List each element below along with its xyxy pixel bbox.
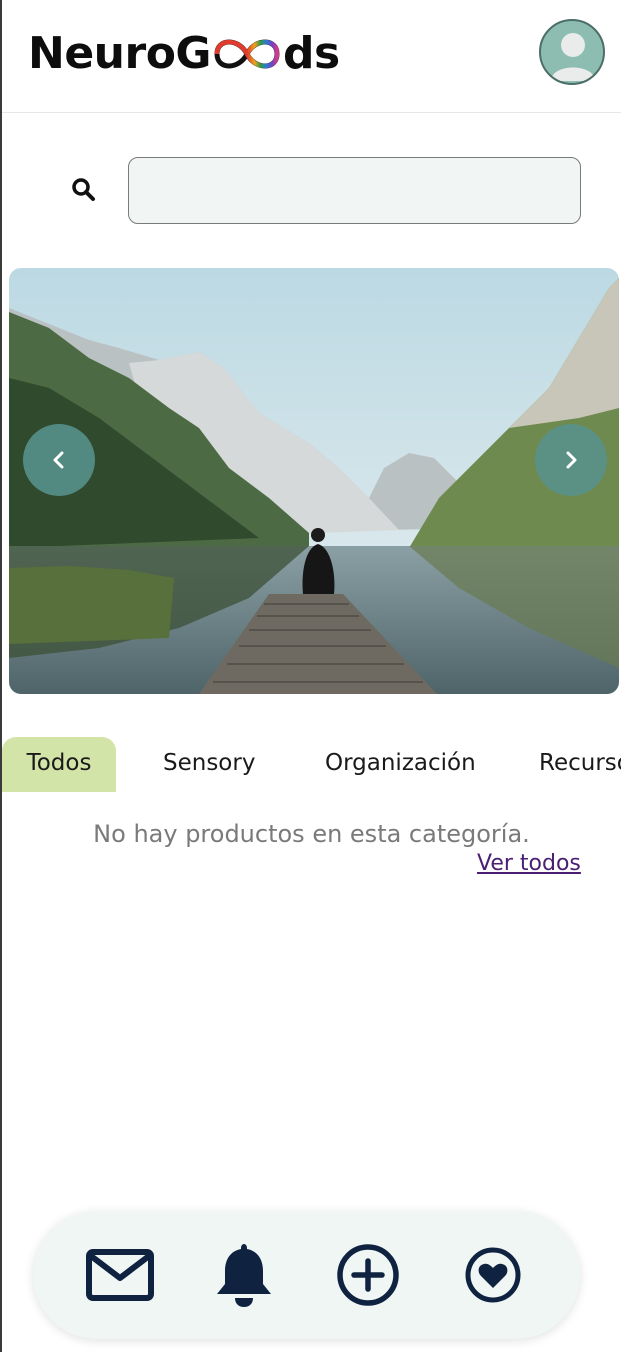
tab-recursos[interactable]: Recursos xyxy=(539,737,621,792)
notifications-button[interactable] xyxy=(206,1237,282,1313)
logo-text-right: ds xyxy=(283,28,340,79)
image-carousel xyxy=(9,268,619,694)
chevron-right-icon xyxy=(566,451,577,469)
tab-organizacion[interactable]: Organización xyxy=(325,737,476,792)
logo[interactable]: NeuroG ds xyxy=(28,26,340,82)
user-avatar-icon xyxy=(551,33,595,81)
search-input[interactable] xyxy=(128,157,581,224)
user-avatar-button[interactable] xyxy=(539,19,605,85)
chevron-left-icon xyxy=(53,451,64,469)
tab-sensory[interactable]: Sensory xyxy=(163,737,255,792)
favorites-button[interactable] xyxy=(455,1237,531,1313)
plus-circle-icon xyxy=(337,1244,399,1306)
messages-button[interactable] xyxy=(82,1237,158,1313)
envelope-icon xyxy=(86,1249,154,1301)
see-all-link[interactable]: Ver todos xyxy=(477,847,581,881)
infinity-logo-icon xyxy=(214,39,280,69)
logo-text-left: NeuroG xyxy=(28,28,212,79)
search-icon[interactable] xyxy=(70,176,98,204)
add-button[interactable] xyxy=(330,1237,406,1313)
app-header: NeuroG ds xyxy=(2,0,621,113)
search-bar xyxy=(2,156,621,226)
carousel-next-button[interactable] xyxy=(535,424,607,496)
bell-icon xyxy=(217,1244,271,1307)
heart-circle-icon xyxy=(465,1247,521,1303)
carousel-image xyxy=(9,268,619,694)
carousel-prev-button[interactable] xyxy=(23,424,95,496)
category-tabs: Todos Sensory Organización Recursos xyxy=(2,737,621,793)
bottom-navigation xyxy=(33,1211,580,1339)
tab-todos[interactable]: Todos xyxy=(2,737,116,792)
